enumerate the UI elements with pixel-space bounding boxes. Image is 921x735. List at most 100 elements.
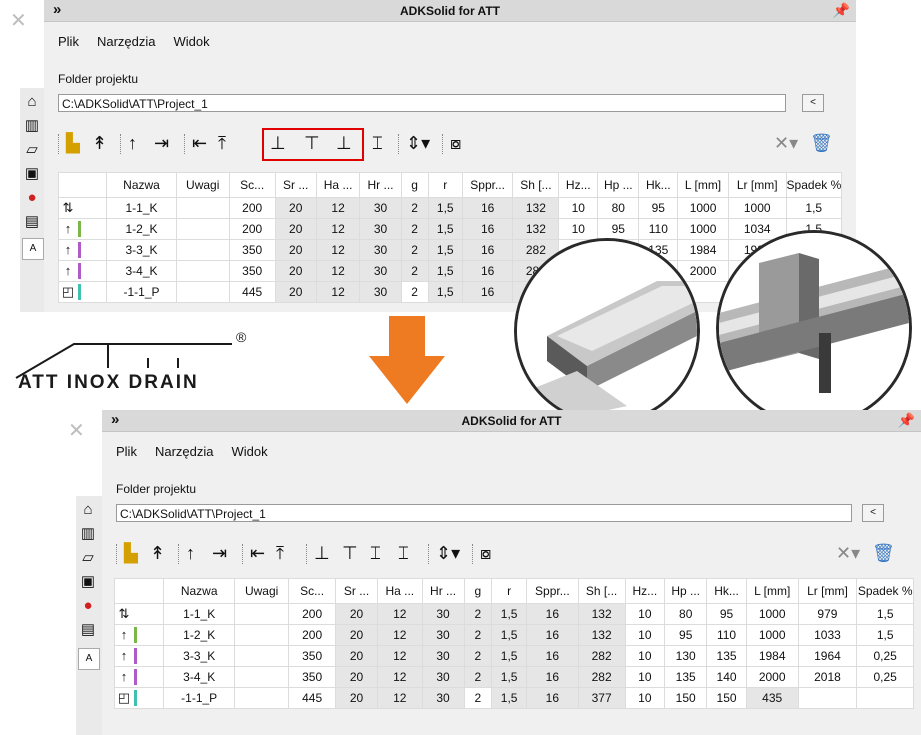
column-header[interactable]: Sppr... [461,172,514,198]
column-header[interactable]: Sr ... [274,172,317,198]
column-header[interactable]: Spadek % [856,578,914,604]
table-cell[interactable]: 30 [359,260,402,282]
menu-plik[interactable]: Plik [116,444,137,464]
column-header[interactable]: Sh [... [577,578,626,604]
table-cell[interactable]: 20 [274,260,317,282]
browse-button[interactable]: < [862,504,884,522]
list-icon[interactable]: ▤ [78,620,98,640]
table-cell[interactable]: 16 [461,239,514,261]
column-header[interactable]: Hp ... [664,578,708,604]
table-cell[interactable]: 2000 [677,260,729,282]
table-cell[interactable]: 1000 [677,197,729,219]
table-cell[interactable]: 30 [421,624,465,646]
table-cell[interactable]: 16 [461,281,514,303]
table-cell[interactable]: 3-3_K [106,239,177,261]
table-cell[interactable]: 30 [359,218,402,240]
table-cell[interactable]: 30 [421,666,465,688]
table-cell[interactable]: 1-1_K [163,603,236,625]
list-icon[interactable]: ▤ [22,212,42,232]
table-cell[interactable]: 132 [577,624,626,646]
appearance-icon[interactable]: ● [22,188,42,208]
table-cell[interactable] [856,687,914,709]
column-header[interactable]: L [mm] [677,172,729,198]
table-cell[interactable]: 16 [461,197,514,219]
table-cell[interactable]: 2 [400,239,429,261]
table-row[interactable]: ⇅ 1-1_K 200 20 12 30 2 1,5 16 132 10 80 95 1000 1000 1,… [57,197,843,219]
table-cell[interactable]: 16 [526,645,579,667]
table-cell[interactable]: 1,5 [856,624,914,646]
table-cell[interactable]: 0,25 [856,645,914,667]
table-cell[interactable]: 1,5 [491,687,528,709]
recycle-bin-icon[interactable]: 🗑 [872,538,895,568]
table-cell[interactable]: 1,5 [491,645,528,667]
table-cell[interactable]: 20 [335,666,379,688]
table-cell[interactable]: 2 [463,624,493,646]
table-cell[interactable]: 1,5 [427,260,463,282]
table-cell[interactable]: 20 [274,197,317,219]
table-cell[interactable]: 132 [512,218,560,240]
table-row[interactable]: ⇅ 1-1_K 200 20 12 30 2 1,5 16 132 10 80 95 1000 979 1,5 [113,603,914,625]
column-header[interactable]: g [400,172,429,198]
home-icon[interactable]: ⌂ [78,500,98,520]
column-header[interactable]: Hk... [706,578,747,604]
table-cell[interactable] [175,281,230,303]
column-header[interactable]: Sr ... [335,578,379,604]
table-cell[interactable]: 2 [400,218,429,240]
table-cell[interactable]: 20 [335,624,379,646]
column-header[interactable]: Uwagi [234,578,290,604]
table-cell[interactable]: 10 [624,645,666,667]
column-header[interactable]: Nazwa [106,172,177,198]
table-cell[interactable]: 10 [624,666,666,688]
remove-icon[interactable]: ✕▾ [774,128,798,158]
table-cell[interactable]: 135 [664,666,708,688]
recycle-bin-icon[interactable]: 🗑 [810,128,833,158]
table-cell[interactable] [234,687,290,709]
row-header[interactable]: ↑ [57,239,108,261]
table-cell[interactable]: 95 [638,197,679,219]
table-cell[interactable]: 12 [377,603,423,625]
align-top-icon[interactable]: ⊤ [304,128,320,158]
table-cell[interactable]: 12 [315,260,361,282]
table-cell[interactable]: 0,25 [856,666,914,688]
table-cell[interactable]: 282 [577,666,626,688]
row-header[interactable]: ↑ [113,624,165,646]
table-cell[interactable]: 1,5 [491,603,528,625]
zoom-to-fit-icon[interactable]: ⧇ [450,128,461,158]
column-header[interactable]: Sh [... [512,172,560,198]
home-icon[interactable]: ⌂ [22,92,42,112]
table-cell[interactable]: -1-1_P [106,281,177,303]
table-cell[interactable]: 30 [359,197,402,219]
folder-path-input[interactable]: C:\ADKSolid\ATT\Project_1 [116,504,852,522]
table-cell[interactable]: 200 [288,624,337,646]
table-cell[interactable]: 1000 [677,218,729,240]
add-element-icon[interactable]: ↑ [128,128,137,158]
row-header[interactable]: ↑ [57,218,108,240]
menu-plik[interactable]: Plik [58,34,79,54]
table-cell[interactable]: 150 [664,687,708,709]
insert-icon[interactable]: ⇥ [212,538,227,568]
column-header[interactable]: g [463,578,493,604]
table-cell[interactable]: 110 [638,218,679,240]
table-cell[interactable]: 350 [288,666,337,688]
att-tab-icon[interactable]: A [22,238,44,260]
column-header[interactable]: r [427,172,463,198]
table-cell[interactable]: 80 [664,603,708,625]
table-cell[interactable]: 350 [288,645,337,667]
new-drain-icon[interactable]: ▙ [124,538,138,568]
table-cell[interactable]: 95 [597,218,640,240]
table-cell[interactable]: 3-4_K [106,260,177,282]
menu-widok[interactable]: Widok [173,34,209,54]
table-cell[interactable]: 10 [624,687,666,709]
table-cell[interactable]: 200 [228,218,276,240]
table-cell[interactable]: 16 [526,624,579,646]
table-cell[interactable]: 2 [400,197,429,219]
att-tab-icon[interactable]: A [78,648,100,670]
table-cell[interactable]: 12 [377,687,423,709]
table-cell[interactable]: 12 [315,197,361,219]
table-cell[interactable]: 10 [624,624,666,646]
folder-icon[interactable]: ▱ [22,140,42,160]
table-cell[interactable]: 20 [274,239,317,261]
column-header[interactable]: Hr ... [359,172,402,198]
table-cell[interactable]: 10 [558,218,599,240]
pin-icon[interactable]: 📌 [833,2,850,19]
